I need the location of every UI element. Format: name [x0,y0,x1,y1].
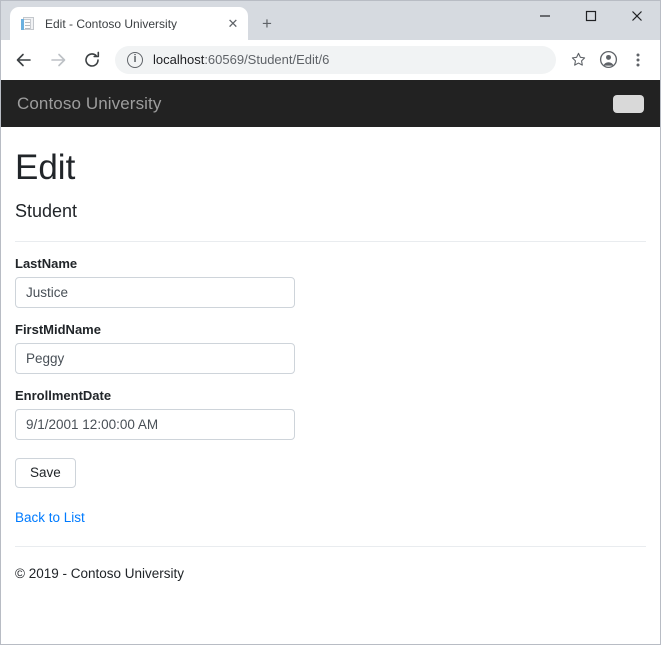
form-group-enrollmentdate: EnrollmentDate [15,388,646,440]
url-path: :60569/Student/Edit/6 [204,52,329,67]
browser-titlebar: Edit - Contoso University ✕ + [1,1,660,40]
form-group-lastname: LastName [15,256,646,308]
navbar-toggler[interactable] [613,95,644,113]
title-divider [15,241,646,242]
page-viewport: Contoso University Edit Student LastName… [1,80,660,644]
url-text: localhost:60569/Student/Edit/6 [153,52,329,67]
back-to-list-link[interactable]: Back to List [15,510,85,525]
save-button[interactable]: Save [15,458,76,489]
document-favicon [20,16,36,32]
back-link-wrapper: Back to List [15,509,646,527]
page-title: Edit [15,149,646,188]
navbar-brand[interactable]: Contoso University [17,94,161,114]
browser-window: Edit - Contoso University ✕ + [0,0,661,645]
browser-toolbar: i localhost:60569/Student/Edit/6 [1,40,660,80]
enrollmentdate-input[interactable] [15,409,295,440]
label-lastname: LastName [15,256,646,271]
edit-student-form: LastName FirstMidName EnrollmentDate Sav… [15,256,646,489]
site-navbar: Contoso University [1,80,660,127]
forward-icon [43,45,73,75]
window-controls [522,1,660,31]
address-bar[interactable]: i localhost:60569/Student/Edit/6 [115,46,556,74]
page-subtitle: Student [15,201,646,222]
close-icon[interactable]: ✕ [224,15,242,33]
minimize-icon[interactable] [522,1,568,31]
url-host: localhost [153,52,204,67]
new-tab-button[interactable]: + [253,9,281,37]
tab-title: Edit - Contoso University [45,18,220,30]
page-container: Edit Student LastName FirstMidName Enrol… [1,149,660,581]
form-group-firstmidname: FirstMidName [15,322,646,374]
maximize-icon[interactable] [568,1,614,31]
firstmidname-input[interactable] [15,343,295,374]
browser-tab[interactable]: Edit - Contoso University ✕ [10,7,248,40]
page-footer: © 2019 - Contoso University [15,547,646,581]
back-icon[interactable] [9,45,39,75]
profile-icon[interactable] [594,46,622,74]
reload-icon[interactable] [77,45,107,75]
close-window-icon[interactable] [614,1,660,31]
star-icon[interactable] [564,46,592,74]
lastname-input[interactable] [15,277,295,308]
info-icon[interactable]: i [127,52,143,68]
three-dot-menu-icon[interactable] [624,46,652,74]
label-firstmidname: FirstMidName [15,322,646,337]
label-enrollmentdate: EnrollmentDate [15,388,646,403]
